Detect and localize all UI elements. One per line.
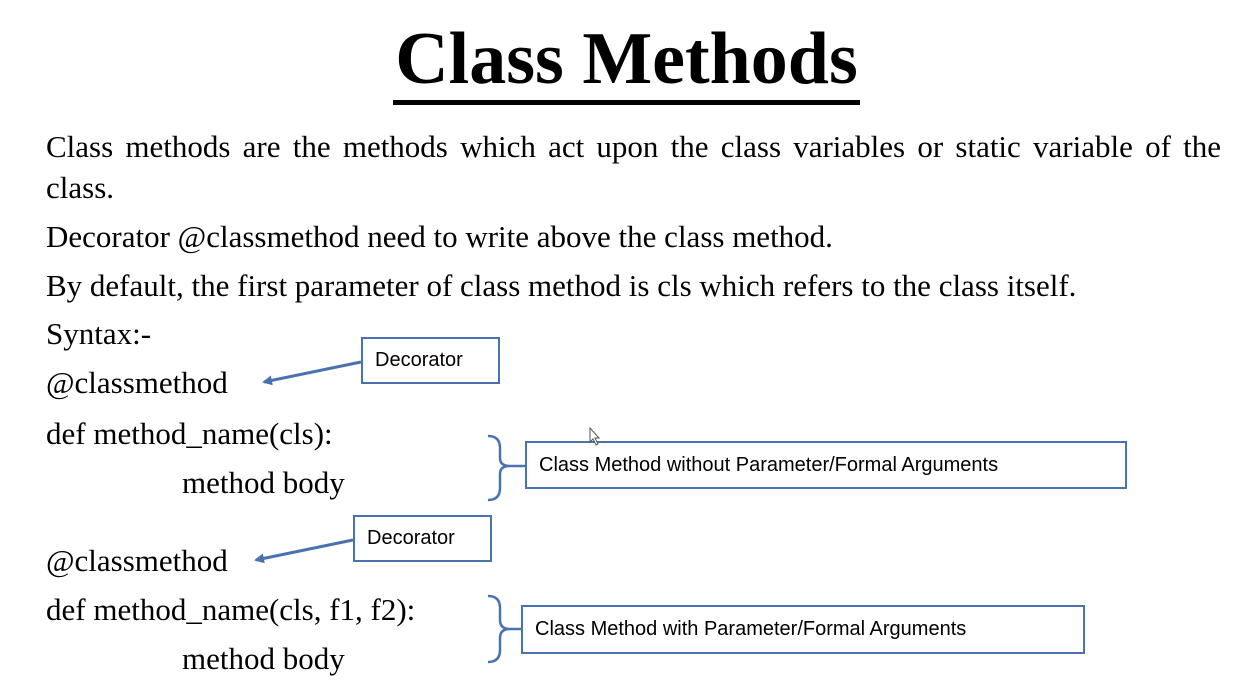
arrow-decorator-1 (262, 360, 362, 386)
brace-with-params (487, 594, 521, 664)
arrow-decorator-2 (254, 538, 354, 564)
annotation-overlay (254, 360, 601, 664)
brace-without-params (487, 434, 525, 502)
mouse-cursor-icon (589, 426, 601, 446)
